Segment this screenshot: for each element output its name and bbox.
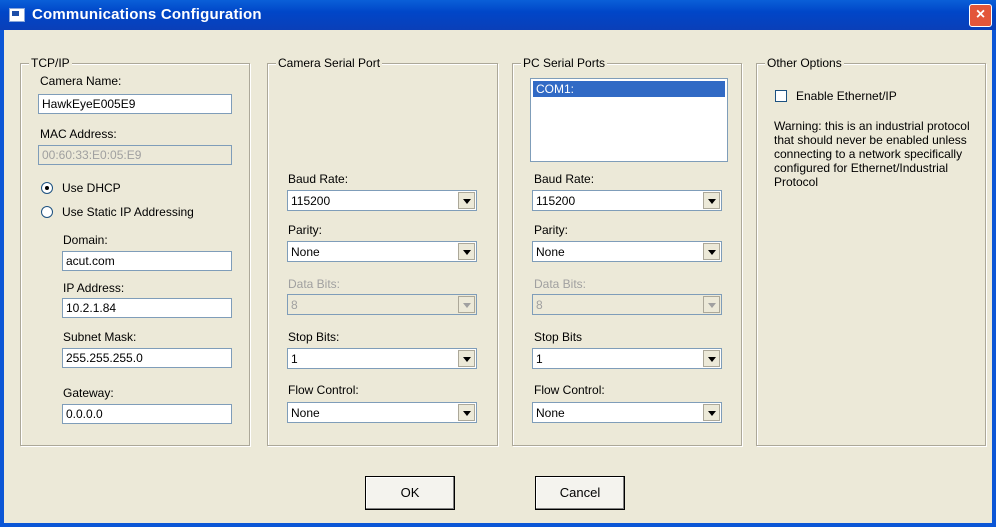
domain-input[interactable]: acut.com: [62, 251, 232, 271]
ethernet-ip-warning: Warning: this is an industrial protocol …: [774, 119, 970, 189]
pc-databits-label: Data Bits:: [534, 277, 587, 291]
window-frame-left: [0, 30, 4, 527]
camera-name-label: Camera Name:: [40, 74, 122, 88]
pc-databits-value: 8: [536, 298, 543, 312]
pc-ports-listbox[interactable]: COM1:: [530, 78, 728, 162]
use-static-radio[interactable]: [41, 206, 53, 218]
camera-baud-label: Baud Rate:: [288, 172, 349, 186]
domain-label: Domain:: [63, 233, 108, 247]
pc-baud-select[interactable]: 115200: [532, 190, 722, 211]
camera-stopbits-value: 1: [291, 352, 298, 366]
camera-parity-select[interactable]: None: [287, 241, 477, 262]
tcpip-legend: TCP/IP: [29, 56, 72, 70]
subnet-mask-label: Subnet Mask:: [63, 330, 137, 344]
camera-databits-value: 8: [291, 298, 298, 312]
camera-parity-value: None: [291, 245, 320, 259]
camera-baud-value: 115200: [291, 194, 331, 208]
pc-baud-label: Baud Rate:: [534, 172, 595, 186]
chevron-down-icon[interactable]: [458, 350, 475, 367]
camera-databits-select: 8: [287, 294, 477, 315]
mac-address-label: MAC Address:: [40, 127, 117, 141]
chevron-down-icon[interactable]: [703, 404, 720, 421]
window-app-icon: [9, 8, 25, 22]
camera-flow-select[interactable]: None: [287, 402, 477, 423]
window-title: Communications Configuration: [32, 6, 262, 23]
close-button[interactable]: ×: [969, 4, 992, 27]
ip-address-input[interactable]: 10.2.1.84: [62, 298, 232, 318]
use-dhcp-radio[interactable]: [41, 182, 53, 194]
camera-name-input[interactable]: HawkEyeE005E9: [38, 94, 232, 114]
chevron-down-icon[interactable]: [458, 404, 475, 421]
chevron-down-icon: [703, 296, 720, 313]
camera-parity-label: Parity:: [288, 223, 323, 237]
chevron-down-icon[interactable]: [458, 243, 475, 260]
camera-flow-value: None: [291, 406, 320, 420]
title-bar[interactable]: Communications Configuration ×: [0, 0, 996, 30]
camera-serial-legend: Camera Serial Port: [276, 56, 383, 70]
ok-button[interactable]: OK: [365, 476, 455, 510]
pc-parity-select[interactable]: None: [532, 241, 722, 262]
mac-address-field: 00:60:33:E0:05:E9: [38, 145, 232, 165]
pc-flow-label: Flow Control:: [534, 383, 605, 397]
pc-stopbits-value: 1: [536, 352, 543, 366]
port-list-item[interactable]: COM1:: [533, 81, 725, 97]
gateway-input[interactable]: 0.0.0.0: [62, 404, 232, 424]
camera-stopbits-label: Stop Bits:: [288, 330, 340, 344]
pc-flow-value: None: [536, 406, 565, 420]
chevron-down-icon[interactable]: [458, 192, 475, 209]
cancel-button[interactable]: Cancel: [535, 476, 625, 510]
chevron-down-icon: [458, 296, 475, 313]
window-frame-bottom: [0, 523, 996, 527]
camera-baud-select[interactable]: 115200: [287, 190, 477, 211]
window-frame-right: [992, 30, 996, 527]
camera-databits-label: Data Bits:: [288, 277, 341, 291]
gateway-label: Gateway:: [63, 386, 114, 400]
pc-flow-select[interactable]: None: [532, 402, 722, 423]
subnet-mask-input[interactable]: 255.255.255.0: [62, 348, 232, 368]
camera-flow-label: Flow Control:: [288, 383, 359, 397]
use-dhcp-label[interactable]: Use DHCP: [62, 181, 121, 195]
pc-stopbits-label: Stop Bits: [534, 330, 583, 344]
ip-address-label: IP Address:: [63, 281, 125, 295]
pc-serial-legend: PC Serial Ports: [521, 56, 608, 70]
pc-parity-value: None: [536, 245, 565, 259]
enable-ethernet-ip-checkbox[interactable]: [775, 90, 787, 102]
chevron-down-icon[interactable]: [703, 243, 720, 260]
pc-databits-select: 8: [532, 294, 722, 315]
pc-parity-label: Parity:: [534, 223, 569, 237]
chevron-down-icon[interactable]: [703, 350, 720, 367]
enable-ethernet-ip-label[interactable]: Enable Ethernet/IP: [796, 89, 897, 103]
pc-stopbits-select[interactable]: 1: [532, 348, 722, 369]
other-options-legend: Other Options: [765, 56, 844, 70]
camera-stopbits-select[interactable]: 1: [287, 348, 477, 369]
pc-baud-value: 115200: [536, 194, 576, 208]
use-static-label[interactable]: Use Static IP Addressing: [62, 205, 194, 219]
chevron-down-icon[interactable]: [703, 192, 720, 209]
